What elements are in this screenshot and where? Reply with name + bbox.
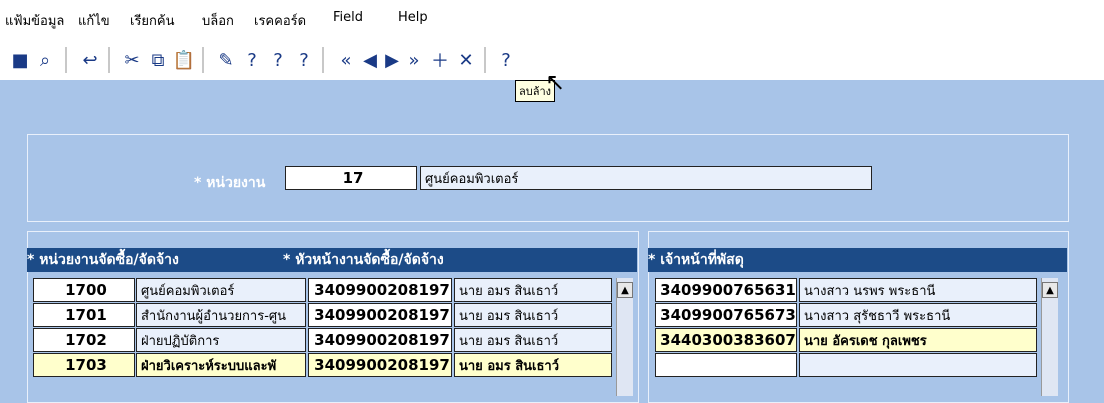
unit-label: * หน่วยงาน (194, 175, 266, 191)
dept-code-field[interactable]: 1701 (33, 303, 135, 327)
officer-name-field: นางสาว นรพร พระธานี (799, 278, 1037, 302)
toolbar-separator (202, 47, 204, 73)
last-record-icon[interactable]: » (402, 48, 426, 72)
officer-header: * เจ้าหน้าที่พัสดุ (648, 248, 1067, 272)
head-id-field[interactable]: 3409900208197 (308, 278, 452, 302)
query-execute-icon[interactable]: ? (266, 48, 290, 72)
menu-file[interactable]: แฟ้มข้อมูล (5, 10, 64, 31)
officer-id-field[interactable]: 3440300383607 (655, 328, 797, 352)
header-purchase-unit: * หน่วยงานจัดซื้อ/จัดจ้าง (27, 252, 179, 268)
header-officer: * เจ้าหน้าที่พัสดุ (648, 252, 744, 268)
menu-help[interactable]: Help (398, 10, 428, 25)
query-icon[interactable]: ? (240, 48, 264, 72)
scroll-up-icon[interactable]: ▲ (1042, 282, 1058, 298)
officer-scrollbar[interactable]: ▲ (1041, 278, 1058, 396)
copy-icon[interactable]: ⧉ (146, 48, 170, 72)
toolbar-separator (484, 47, 486, 73)
menu-field[interactable]: Field (333, 10, 363, 25)
head-name-field: นาย อมร สินเธาว์ (454, 303, 612, 327)
purchase-header: * หน่วยงานจัดซื้อ/จัดจ้าง * หัวหน้างานจั… (27, 248, 637, 272)
toolbar-separator (65, 47, 67, 73)
paste-icon[interactable]: 📋 (172, 48, 196, 72)
dept-code-field[interactable]: 1702 (33, 328, 135, 352)
menu-edit[interactable]: แก้ไข (78, 10, 110, 31)
edit-icon[interactable]: ✎ (214, 48, 238, 72)
toolbar-separator (108, 47, 110, 73)
dept-name-field: สำนักงานผู้อำนวยการ-ศูน (136, 303, 306, 327)
officer-name-field (799, 353, 1037, 377)
menu-block[interactable]: บล็อก (202, 10, 234, 31)
officer-id-field[interactable]: 3409900765631 (655, 278, 797, 302)
help-icon[interactable]: ? (494, 48, 518, 72)
first-record-icon[interactable]: « (334, 48, 358, 72)
cut-icon[interactable]: ✂ (120, 48, 144, 72)
insert-record-icon[interactable]: ＋ (428, 48, 452, 72)
header-purchase-head: * หัวหน้างานจัดซื้อ/จัดจ้าง (283, 252, 444, 268)
head-name-field: นาย อมร สินเธาว์ (454, 328, 612, 352)
officer-id-field[interactable] (655, 353, 797, 377)
query-cancel-icon[interactable]: ? (292, 48, 316, 72)
dept-code-field[interactable]: 1703 (33, 353, 135, 377)
save-icon[interactable]: ■ (8, 48, 32, 72)
head-name-field: นาย อมร สินเธาว์ (454, 353, 612, 377)
menu-bar: แฟ้มข้อมูล แก้ไข เรียกค้น บล็อก เรคคอร์ด… (0, 0, 1104, 40)
scroll-up-icon[interactable]: ▲ (617, 282, 633, 298)
officer-id-field[interactable]: 3409900765673 (655, 303, 797, 327)
previous-record-icon[interactable]: ◀ (358, 48, 382, 72)
dept-name-field: ฝ่ายวิเคราะห์ระบบและพั (136, 353, 306, 377)
mouse-cursor-icon: ↖ (545, 68, 566, 96)
delete-record-icon[interactable]: ✕ (454, 48, 478, 72)
purchase-scrollbar[interactable]: ▲ (616, 278, 633, 396)
unit-code-field[interactable]: 17 (285, 166, 417, 190)
dept-code-field[interactable]: 1700 (33, 278, 135, 302)
officer-name-field: นาย อัครเดช กุลเพชร (799, 328, 1037, 352)
head-id-field[interactable]: 3409900208197 (308, 328, 452, 352)
toolbar-separator (322, 47, 324, 73)
menu-search[interactable]: เรียกค้น (130, 10, 175, 31)
dept-name-field: ศูนย์คอมพิวเตอร์ (136, 278, 306, 302)
head-id-field[interactable]: 3409900208197 (308, 353, 452, 377)
unit-name-field: ศูนย์คอมพิวเตอร์ (420, 166, 872, 190)
next-record-icon[interactable]: ▶ (380, 48, 404, 72)
head-id-field[interactable]: 3409900208197 (308, 303, 452, 327)
menu-record[interactable]: เรคคอร์ด (254, 10, 306, 31)
officer-name-field: นางสาว สุรัชธาวี พระธานี (799, 303, 1037, 327)
exit-icon[interactable]: ↩ (78, 48, 102, 72)
head-name-field: นาย อมร สินเธาว์ (454, 278, 612, 302)
dept-name-field: ฝ่ายปฏิบัติการ (136, 328, 306, 352)
print-preview-icon[interactable]: ⌕ (33, 48, 57, 72)
